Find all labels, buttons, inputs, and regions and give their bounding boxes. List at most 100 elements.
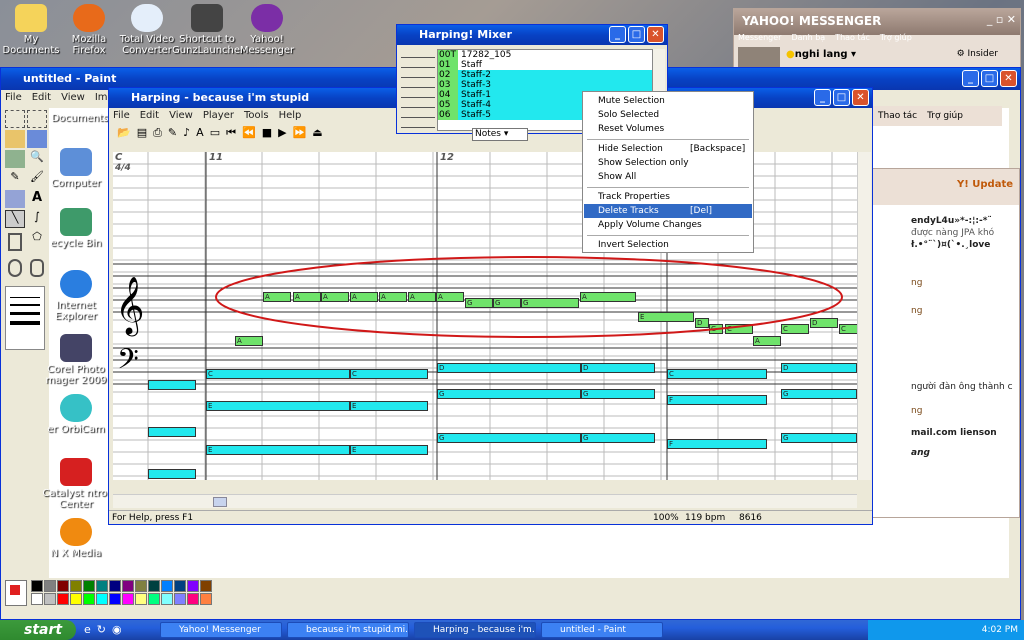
color-swatch[interactable] xyxy=(44,580,56,592)
forward-icon[interactable]: ⏩ xyxy=(293,126,307,140)
task-harping[interactable]: Harping - because i'm... xyxy=(414,622,536,638)
color-swatch[interactable] xyxy=(83,593,95,605)
color-swatch[interactable] xyxy=(44,593,56,605)
menu-item-mute-selection[interactable]: Mute Selection xyxy=(584,94,752,108)
menu-item-solo-selected[interactable]: Solo Selected xyxy=(584,108,752,122)
notes-select[interactable]: Notes ▾ xyxy=(472,128,528,141)
line-width-selector[interactable] xyxy=(5,286,45,350)
close-button[interactable]: ✕ xyxy=(647,26,664,43)
color-swatch[interactable] xyxy=(187,580,199,592)
yahoo-window-controls[interactable]: _ ▫ ✕ xyxy=(987,13,1016,26)
yahoo-menu-help[interactable]: Trợ giúp xyxy=(880,33,912,42)
refresh-icon[interactable]: ↻ xyxy=(97,623,106,636)
yahoo-menu-actions[interactable]: Thao tác xyxy=(835,33,870,42)
rewind-start-icon[interactable]: ⏮ xyxy=(226,126,236,140)
horizontal-scrollbar[interactable] xyxy=(113,494,857,508)
color-palette[interactable] xyxy=(3,578,303,610)
keys-icon[interactable]: ▭ xyxy=(210,126,220,140)
task-yahoo-messenger[interactable]: Yahoo! Messenger xyxy=(160,622,282,638)
pencil-icon[interactable]: ✎ xyxy=(5,170,25,188)
picker-icon[interactable] xyxy=(5,150,25,168)
color-swatch[interactable] xyxy=(187,593,199,605)
firefox-icon[interactable]: ◉ xyxy=(112,623,122,636)
stop-icon[interactable]: ■ xyxy=(262,126,272,140)
rectangle-icon[interactable] xyxy=(8,233,22,251)
color-swatch[interactable] xyxy=(70,580,82,592)
harping-menu-edit[interactable]: Edit xyxy=(140,108,159,124)
color-swatch[interactable] xyxy=(57,580,69,592)
context-menu[interactable]: Mute Selection Solo Selected Reset Volum… xyxy=(582,91,754,253)
mixer-track-row[interactable]: 00T 17282_105 xyxy=(438,50,652,60)
paint-menu-edit[interactable]: Edit xyxy=(32,90,51,106)
color-swatch[interactable] xyxy=(96,593,108,605)
maximize-button[interactable]: □ xyxy=(981,70,998,87)
color-swatch[interactable] xyxy=(109,580,121,592)
harping-menu-help[interactable]: Help xyxy=(279,108,302,124)
desktop-icon-yahoo[interactable]: Yahoo! Messenger xyxy=(232,4,302,56)
rewind-icon[interactable]: ⏪ xyxy=(242,126,256,140)
harping-menu-file[interactable]: File xyxy=(113,108,130,124)
open-icon[interactable]: 📂 xyxy=(117,126,131,140)
minimize-button[interactable]: _ xyxy=(814,89,831,106)
print-icon[interactable]: ⎙ xyxy=(153,126,162,140)
color-swatch[interactable] xyxy=(31,580,43,592)
text-icon[interactable]: A xyxy=(27,190,47,208)
close-button[interactable]: ✕ xyxy=(852,89,869,106)
yahoo-menu-contacts[interactable]: Danh bạ xyxy=(791,33,825,42)
color-swatch[interactable] xyxy=(70,593,82,605)
menu-item-invert-selection[interactable]: Invert Selection xyxy=(584,238,752,252)
harping-menu-tools[interactable]: Tools xyxy=(244,108,269,124)
color-swatch[interactable] xyxy=(148,593,160,605)
color-swatch[interactable] xyxy=(135,593,147,605)
color-swatch[interactable] xyxy=(109,593,121,605)
mixer-track-row[interactable]: 03 Staff-3 xyxy=(438,80,652,90)
color-swatch[interactable] xyxy=(122,580,134,592)
yahoo-update-label[interactable]: Y! Update xyxy=(957,179,1013,190)
yahoo-insider[interactable]: ⚙ Insider xyxy=(957,49,998,59)
close-button[interactable]: ✕ xyxy=(1000,70,1017,87)
menu-item-reset-volumes[interactable]: Reset Volumes xyxy=(584,122,752,136)
play-icon[interactable]: ▶ xyxy=(278,126,286,140)
start-button[interactable]: start xyxy=(0,620,76,640)
task-because-im-stupid[interactable]: because i'm stupid.mi... xyxy=(287,622,409,638)
yahoo-chat-window[interactable]: Y! Update endyL4u»*-:¦:-*¨ được nàng JPA… xyxy=(872,168,1020,518)
color-swatch[interactable] xyxy=(96,580,108,592)
color-swatch[interactable] xyxy=(161,580,173,592)
minimize-button[interactable]: _ xyxy=(962,70,979,87)
maximize-button[interactable]: □ xyxy=(833,89,850,106)
color-swatch[interactable] xyxy=(174,580,186,592)
airbrush-icon[interactable] xyxy=(5,190,25,208)
color-swatch[interactable] xyxy=(174,593,186,605)
color-swatch[interactable] xyxy=(200,593,212,605)
eraser-icon[interactable] xyxy=(5,130,25,148)
color-swatch[interactable] xyxy=(135,580,147,592)
mixer-titlebar[interactable]: Harping! Mixer _ □ ✕ xyxy=(397,25,667,45)
harping-window[interactable]: Harping - because i'm stupid _ □ ✕ File Ed… xyxy=(108,87,873,525)
paint-menu-view[interactable]: View xyxy=(61,90,85,106)
ellipse-icon[interactable] xyxy=(8,259,22,277)
menu-item-apply-volume-changes[interactable]: Apply Volume Changes xyxy=(584,218,752,232)
eject-icon[interactable]: ⏏ xyxy=(312,126,322,140)
vertical-scrollbar[interactable] xyxy=(857,152,871,480)
yahoo-status[interactable]: nghi lang xyxy=(795,49,848,60)
minimize-button[interactable]: _ xyxy=(609,26,626,43)
save-icon[interactable]: ▤ xyxy=(137,126,147,140)
mixer-faders[interactable] xyxy=(401,49,435,131)
rect-select-icon[interactable] xyxy=(27,110,47,128)
chat-menu-help[interactable]: Trợ giúp xyxy=(927,106,963,126)
harping-menu-view[interactable]: View xyxy=(169,108,193,124)
yahoo-menu-messenger[interactable]: Messenger xyxy=(738,33,781,42)
mixer-track-row[interactable]: 02 Staff-2 xyxy=(438,70,652,80)
menu-item-hide-selection[interactable]: Hide Selection [Backspace] xyxy=(584,142,752,156)
menu-item-track-properties[interactable]: Track Properties xyxy=(584,190,752,204)
task-paint[interactable]: untitled - Paint xyxy=(541,622,663,638)
notes-icon[interactable]: ♪ xyxy=(183,126,190,140)
color-swatch[interactable] xyxy=(161,593,173,605)
pencil-icon[interactable]: ✎ xyxy=(168,126,177,140)
select-icon[interactable] xyxy=(5,110,25,128)
maximize-button[interactable]: □ xyxy=(628,26,645,43)
color-swatch[interactable] xyxy=(57,593,69,605)
color-swatch[interactable] xyxy=(148,580,160,592)
menu-item-show-all[interactable]: Show All xyxy=(584,170,752,184)
ie-icon[interactable]: e xyxy=(84,623,91,636)
